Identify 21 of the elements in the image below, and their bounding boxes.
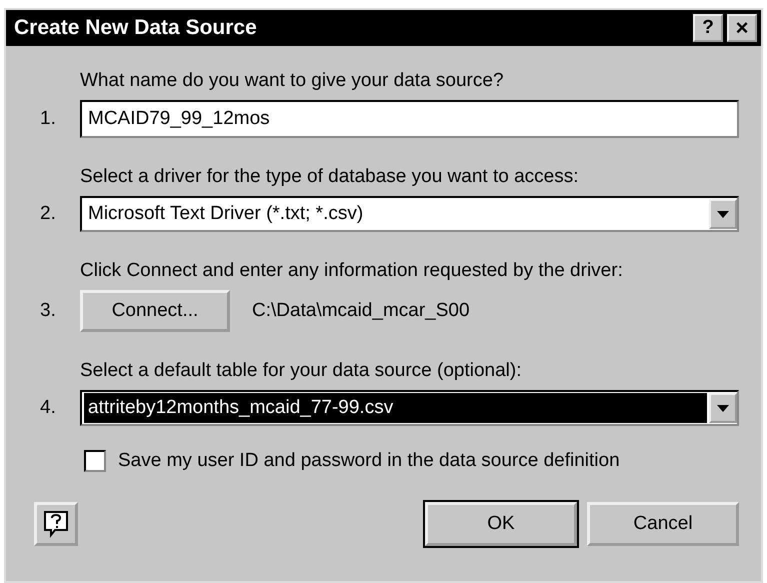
window-title: Create New Data Source <box>14 16 257 40</box>
help-icon[interactable] <box>34 502 78 546</box>
step-number: 1. <box>39 108 57 130</box>
path-label: C:\Data\mcaid_mcar_S00 <box>252 300 470 322</box>
checkbox-label: Save my user ID and password in the data source definition <box>118 450 620 472</box>
dropdown[interactable]: Microsoft Text Driver (*.txt; *.csv) <box>80 196 739 232</box>
prompt-label: Select a driver for the type of database you want to access: <box>80 166 580 188</box>
close-button[interactable]: × <box>727 14 757 42</box>
connect-button[interactable]: Connect... <box>80 290 230 332</box>
dropdown[interactable]: attriteby12months_mcaid_77-99.csv <box>80 390 739 426</box>
checkbox[interactable] <box>84 450 106 472</box>
prompt-label: What name do you want to give your data source? <box>80 70 505 92</box>
ok-button[interactable]: OK <box>425 502 577 546</box>
step-number: 4. <box>39 397 57 419</box>
step-number: 3. <box>39 300 57 322</box>
step-number: 2. <box>39 203 57 225</box>
prompt-label: Select a default table for your data source (optional): <box>80 360 522 382</box>
cancel-button[interactable]: Cancel <box>587 502 739 546</box>
name-field[interactable]: MCAID79_99_12mos <box>80 100 739 138</box>
help-button[interactable]: ? <box>693 14 723 42</box>
prompt-label: Click Connect and enter any information requested by the driver: <box>80 260 624 282</box>
